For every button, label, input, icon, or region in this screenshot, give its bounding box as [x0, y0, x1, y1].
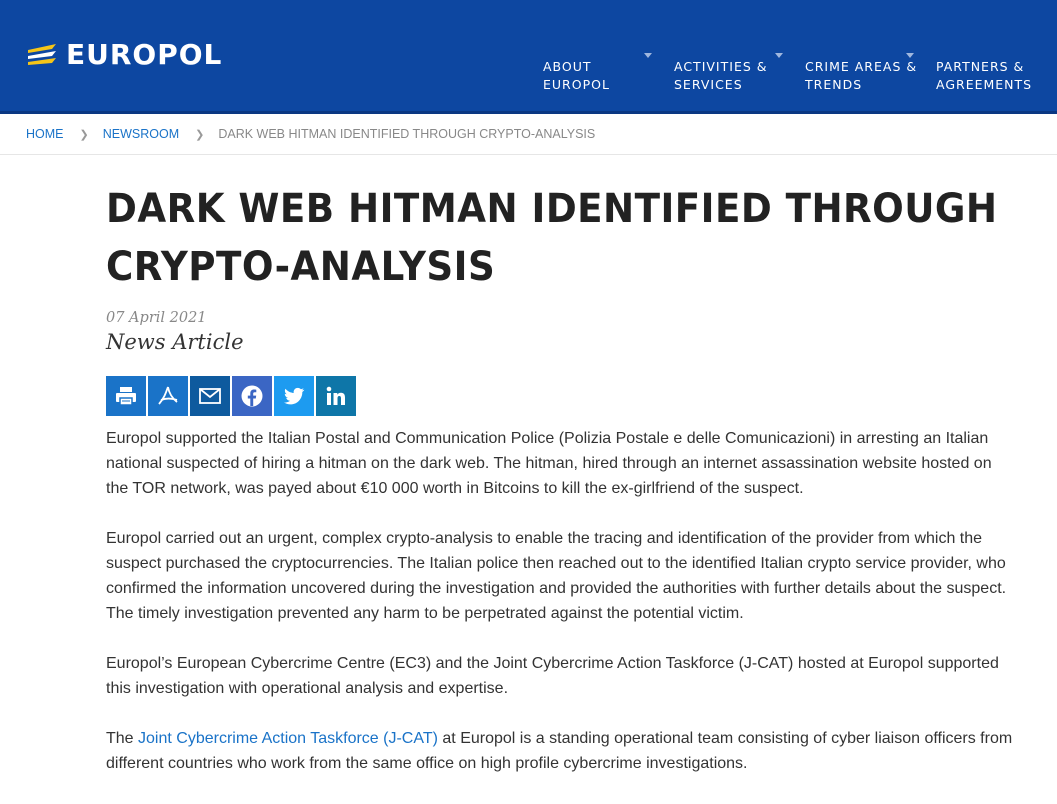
breadcrumb-newsroom[interactable]: NEWSROOM — [103, 127, 179, 141]
email-share-button[interactable] — [190, 376, 230, 416]
nav-label: ACTIVITIES & SERVICES — [674, 59, 768, 92]
logo-text: EUROPOL — [66, 38, 223, 71]
print-button[interactable] — [106, 376, 146, 416]
linkedin-icon — [326, 386, 345, 405]
chevron-down-icon — [906, 53, 914, 58]
nav-label: CRIME AREAS & TRENDS — [805, 59, 918, 92]
article-paragraph: Europol supported the Italian Postal and… — [106, 430, 992, 497]
share-toolbar — [106, 376, 1016, 416]
facebook-icon — [241, 385, 263, 407]
pdf-button[interactable] — [148, 376, 188, 416]
chevron-down-icon — [644, 53, 652, 58]
linkedin-share-button[interactable] — [316, 376, 356, 416]
email-icon — [199, 388, 221, 404]
nav-label: PARTNERS & AGREEMENTS — [936, 59, 1033, 92]
europol-logo[interactable]: EUROPOL — [26, 38, 223, 71]
facebook-share-button[interactable] — [232, 376, 272, 416]
chevron-right-icon: ❯ — [195, 128, 205, 141]
paragraph-text: The — [106, 730, 139, 747]
main-nav: ABOUT EUROPOL ACTIVITIES & SERVICES CRIM… — [543, 40, 1057, 112]
site-header: EUROPOL ABOUT EUROPOL ACTIVITIES & SERVI… — [0, 0, 1057, 114]
nav-about-europol[interactable]: ABOUT EUROPOL — [543, 40, 674, 112]
article-date: 07 April 2021 — [106, 310, 207, 326]
article-title: DARK WEB HITMAN IDENTIFIED THROUGH CRYPT… — [106, 186, 998, 290]
nav-partners-agreements[interactable]: PARTNERS & AGREEMENTS — [936, 40, 1057, 112]
twitter-icon — [284, 387, 305, 405]
article-type: News Article — [106, 330, 244, 354]
europol-logo-icon — [28, 44, 56, 65]
pdf-icon — [158, 386, 178, 405]
nav-activities-services[interactable]: ACTIVITIES & SERVICES — [674, 40, 805, 112]
nav-label: ABOUT EUROPOL — [543, 59, 610, 92]
article-paragraph: The Joint Cybercrime Action Taskforce (J… — [106, 726, 1016, 776]
chevron-right-icon: ❯ — [79, 128, 89, 141]
article-paragraph: Europol carried out an urgent, complex c… — [106, 530, 1007, 622]
print-icon — [116, 387, 136, 406]
jcat-link[interactable]: Joint Cybercrime Action Taskforce (J-CAT… — [138, 730, 438, 747]
article-body: Europol supported the Italian Postal and… — [106, 426, 1016, 776]
twitter-share-button[interactable] — [274, 376, 314, 416]
breadcrumb: HOME ❯ NEWSROOM ❯ DARK WEB HITMAN IDENTI… — [0, 114, 1057, 155]
chevron-down-icon — [775, 53, 783, 58]
nav-crime-areas-trends[interactable]: CRIME AREAS & TRENDS — [805, 40, 936, 112]
breadcrumb-home[interactable]: HOME — [26, 127, 64, 141]
breadcrumb-current: DARK WEB HITMAN IDENTIFIED THROUGH CRYPT… — [218, 127, 596, 141]
article-paragraph: Europol’s European Cybercrime Centre (EC… — [106, 655, 999, 697]
article: DARK WEB HITMAN IDENTIFIED THROUGH CRYPT… — [106, 180, 1016, 801]
